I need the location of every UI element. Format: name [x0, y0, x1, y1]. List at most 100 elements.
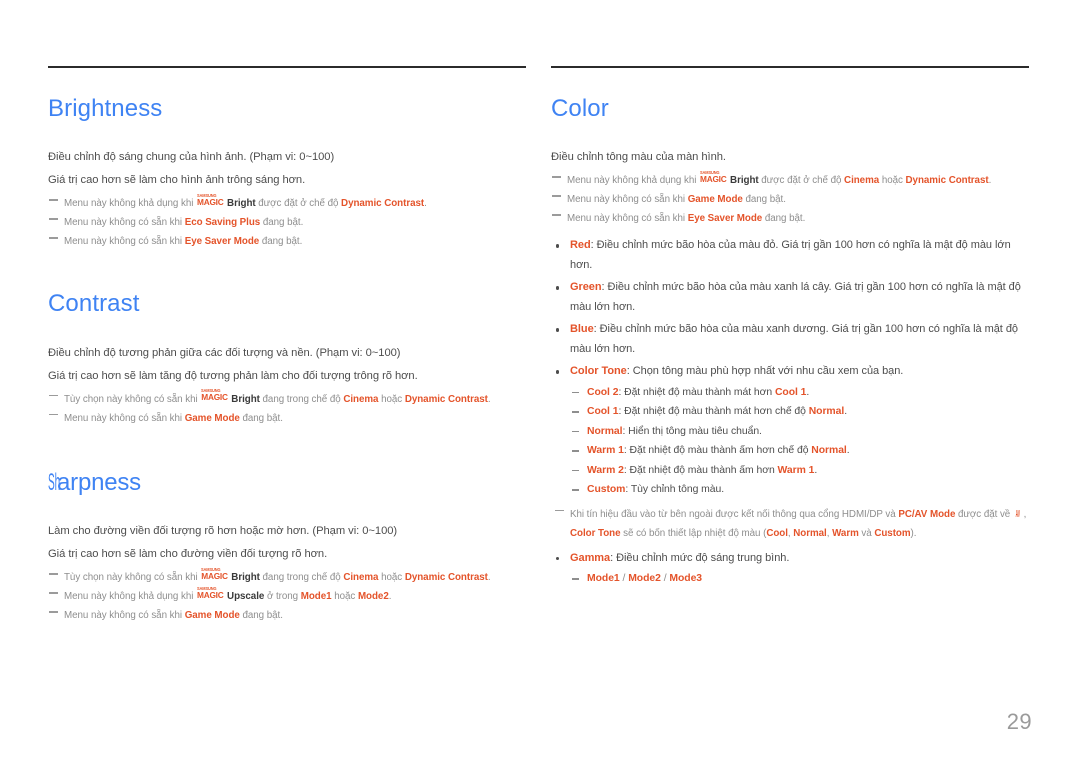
samsung-magic-logo: SAMSUNG MAGIC: [197, 586, 227, 600]
dash-marker-icon: [572, 411, 579, 413]
body-line: Điều chỉnh độ tương phản giữa các đối tư…: [48, 346, 401, 359]
note-joiner: hoặc: [378, 393, 405, 405]
note-line: Menu này không khả dụng khi SAMSUNG MAGIC…: [48, 193, 526, 213]
list-item-text: : Tùy chỉnh tông màu.: [625, 484, 725, 496]
note-dash-icon: [552, 214, 561, 216]
ui-term: Game Mode: [687, 194, 743, 206]
ui-term: Eye Saver Mode: [184, 236, 260, 248]
ui-term: Cool 1: [587, 406, 619, 418]
ui-term-ref: Warm 1: [777, 464, 815, 476]
body-line: Làm cho đường viền đối tượng rõ hơn hoặc…: [48, 525, 398, 538]
note-line: Tùy chọn này không có sẵn khi SAMSUNG MAG…: [48, 388, 526, 409]
list-item-text: : Chọn tông màu phù hợp nhất với nhu cầu…: [626, 365, 904, 378]
note-text: .: [487, 393, 491, 405]
section-title-rest: arpness: [57, 468, 141, 496]
ui-term: Warm 2: [587, 464, 624, 476]
list-item-text: .: [814, 464, 818, 476]
note-text: đang trong chế độ: [259, 572, 344, 584]
magic-suffix: Bright: [227, 198, 256, 210]
note-line: Menu này không khả dụng khi SAMSUNG MAGIC…: [551, 170, 1029, 190]
mode-separator: /: [619, 573, 629, 585]
note-line: Menu này không có sẵn khi Eco Saving Plu…: [48, 213, 526, 232]
note-text: .: [424, 198, 427, 210]
note-text: sẽ có bốn thiết lập nhiệt độ màu (: [620, 527, 767, 539]
ui-term: Warm: [832, 527, 859, 539]
note-joiner: hoặc: [378, 572, 405, 584]
magic-suffix: Bright: [231, 572, 260, 584]
ui-term: Eye Saver Mode: [687, 213, 763, 225]
note-line: Menu này không có sẵn khi Game Mode đang…: [48, 409, 526, 428]
note-line: Menu này không có sẵn khi Eye Saver Mode…: [551, 209, 1029, 228]
list-item: Red: Điều chỉnh mức bão hòa của màu đỏ. …: [551, 236, 1029, 275]
magic-wordmark: MAGIC: [201, 392, 228, 403]
ui-term: Game Mode: [184, 412, 240, 424]
note-text: .: [988, 175, 992, 187]
list-item: Custom: Tùy chỉnh tông màu.: [570, 480, 1029, 500]
section-title-brightness: Brightness: [48, 95, 163, 122]
list-item-text: .: [846, 445, 850, 457]
note-line-hdmi: Khi tín hiệu đầu vào từ bên ngoài được k…: [555, 505, 1029, 543]
note-text: được đặt ở chế độ: [758, 175, 845, 187]
note-text: Menu này không có sẵn khi: [64, 412, 185, 424]
bullet-dot-icon: [556, 370, 560, 374]
column-rule-left: [48, 66, 526, 68]
dash-marker-icon: [572, 489, 579, 491]
note-text: Menu này không khả dụng khi: [567, 175, 700, 187]
dash-marker-icon: [572, 469, 579, 472]
note-dash-icon: [49, 218, 58, 220]
body-line: Giá trị cao hơn sẽ làm cho đường viền đố…: [48, 548, 328, 561]
ui-term: Red: [570, 239, 591, 252]
ui-term: Cinema: [343, 393, 379, 405]
list-item-text: : Điều chỉnh mức bão hòa của màu xanh dư…: [570, 323, 1018, 355]
note-joiner: hoặc: [879, 175, 906, 187]
magic-wordmark: MAGIC: [700, 173, 727, 184]
note-dash-icon: [49, 199, 58, 201]
note-text: Menu này không khả dụng khi: [64, 198, 197, 210]
note-text: đang bật.: [762, 213, 806, 225]
ui-term: Cool: [766, 527, 788, 539]
body-line: Giá trị cao hơn sẽ làm tăng độ tương phả…: [48, 369, 418, 382]
ui-term: Dynamic Contrast: [341, 198, 425, 210]
magic-suffix: Upscale: [227, 591, 265, 603]
dash-marker-icon: [572, 450, 579, 452]
note-text: ở trong: [264, 591, 301, 603]
color-tone-sublist: Cool 2: Đặt nhiệt độ màu thành mát hơn C…: [570, 383, 1029, 500]
note-joiner: hoặc: [331, 591, 358, 603]
section-title-contrast: Contrast: [48, 290, 140, 318]
dash-marker-icon: [572, 391, 579, 394]
magic-suffix: Bright: [231, 393, 260, 405]
list-item-text: : Điều chỉnh mức bão hòa của màu đỏ. Giá…: [570, 239, 1011, 271]
note-dash-icon: [49, 237, 58, 239]
ui-term: Mode3: [669, 573, 703, 585]
list-item: Color Tone: Chọn tông màu phù hợp nhất v…: [551, 362, 1029, 543]
note-line: Menu này không có sẵn khi Game Mode đang…: [551, 190, 1029, 209]
ui-term: Dynamic Contrast: [404, 393, 488, 405]
list-item-text: .: [806, 386, 810, 398]
bullet-dot-icon: [556, 286, 560, 290]
ui-term: Mode2: [628, 573, 661, 585]
bullet-dot-icon: [556, 328, 560, 332]
ui-term: Dynamic Contrast: [404, 572, 488, 584]
note-text: Tùy chọn này không có sẵn khi: [64, 572, 201, 584]
magic-wordmark: MAGIC: [201, 570, 228, 581]
page-number: 29: [1006, 709, 1032, 734]
section-title-squeezed-prefix: Sh: [48, 468, 61, 496]
section-sharpness: Sharpness Làm cho đường viền đối tượng r…: [48, 468, 526, 625]
list-item: Cool 1: Đặt nhiệt độ màu thành mát hơn c…: [570, 402, 1029, 422]
note-text: ,: [1020, 508, 1027, 520]
note-text: đang trong chế độ: [259, 393, 344, 405]
section-title-color: Color: [551, 95, 609, 122]
column-rule-right: [551, 66, 1029, 68]
ui-term: PC/AV Mode: [898, 508, 956, 520]
note-continuation: Color Tone sẽ có bốn thiết lập nhiệt độ …: [570, 524, 1029, 543]
ui-term: Mode1: [587, 573, 620, 585]
note-text: đang bật.: [239, 412, 283, 424]
body-line: Giá trị cao hơn sẽ làm cho hình ảnh trôn…: [48, 174, 306, 187]
magic-suffix: Bright: [730, 175, 759, 187]
section-title-sharpness: Sharpness: [48, 468, 526, 496]
ui-term: Mode2: [357, 591, 389, 603]
note-text: được đặt về: [955, 508, 1013, 520]
dash-marker-icon: [572, 578, 579, 580]
ui-term: Normal: [587, 425, 623, 437]
ui-term: Eco Saving Plus: [184, 217, 261, 229]
